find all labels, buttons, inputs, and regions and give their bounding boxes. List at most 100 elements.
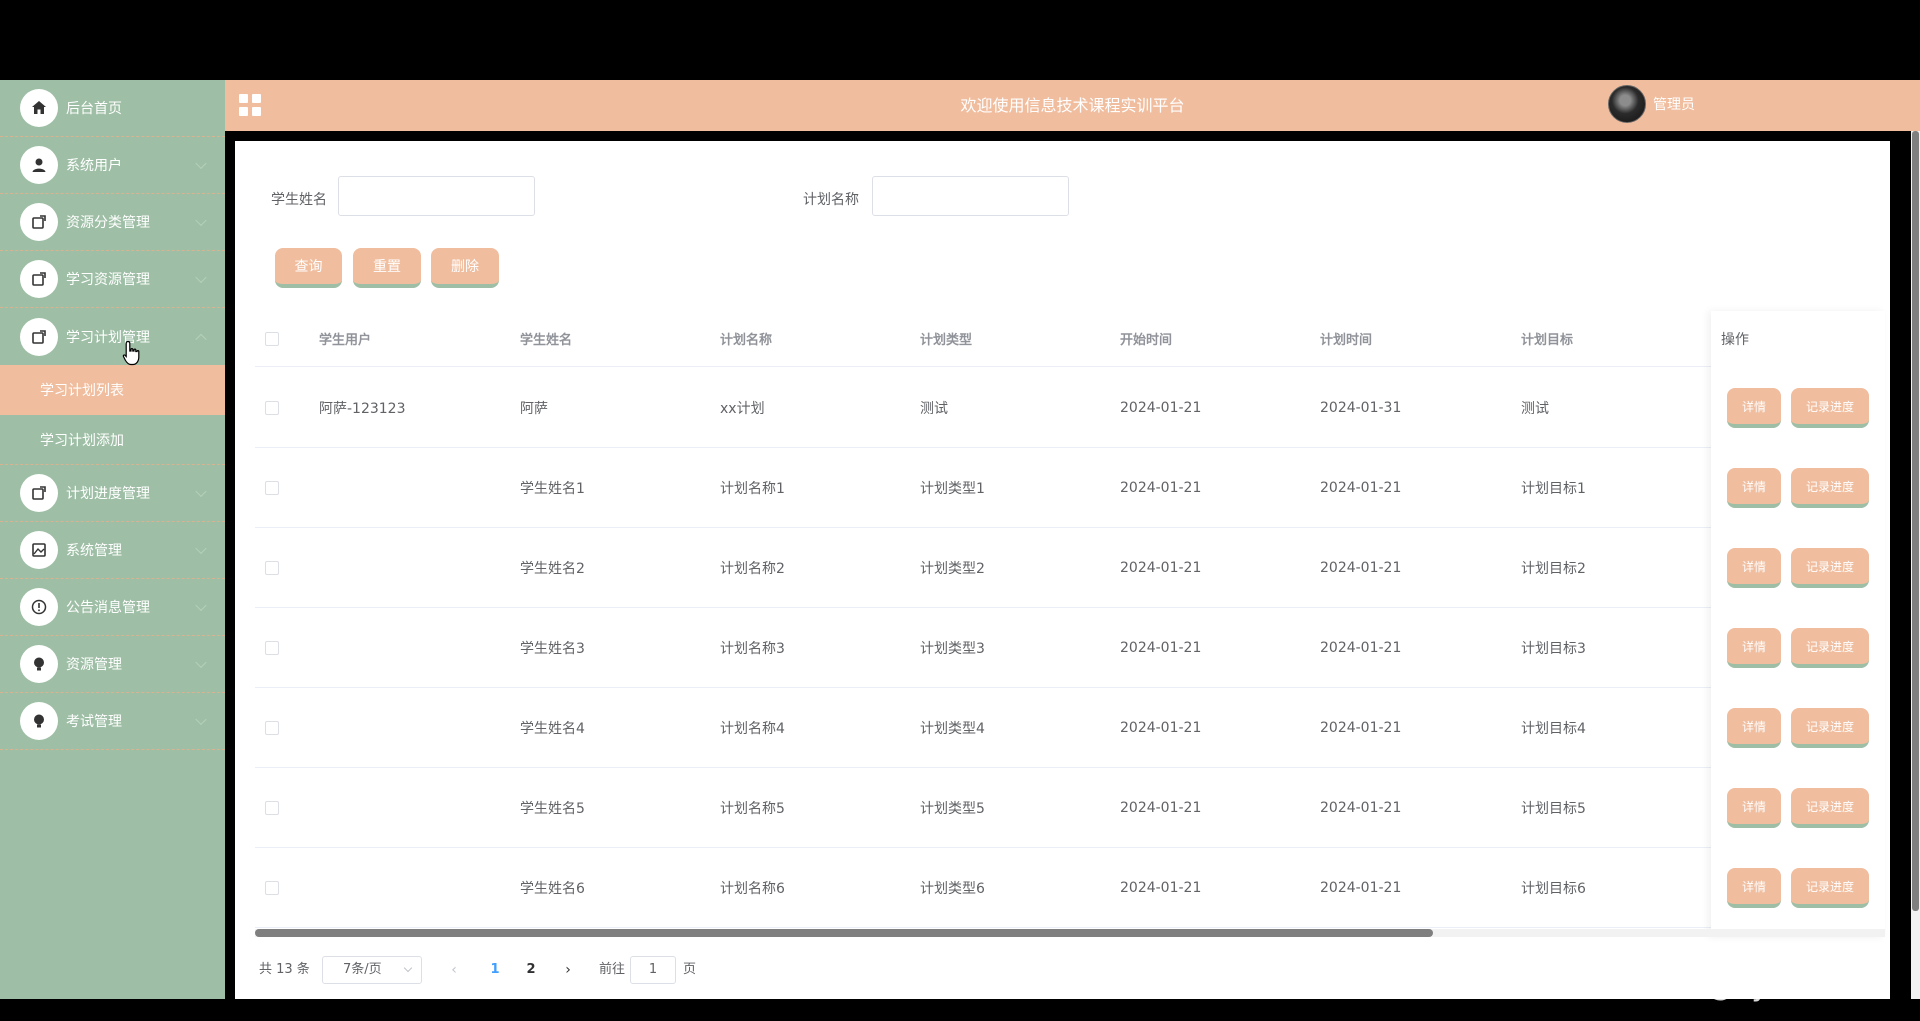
row-checkbox-cell[interactable] (265, 528, 279, 607)
watermark: CSDN @kybs1991 (1610, 968, 1881, 1003)
table-cell: 2024-01-21 (1120, 479, 1202, 496)
table-cell: 计划类型2 (920, 560, 985, 577)
query-button[interactable]: 查询 (275, 248, 342, 288)
sidebar-item-label: 资源分类管理 (66, 215, 150, 231)
record-progress-button[interactable]: 记录进度 (1791, 628, 1869, 668)
select-all-checkbox-cell[interactable] (265, 311, 279, 366)
detail-button[interactable]: 详情 (1727, 388, 1781, 428)
detail-button[interactable]: 详情 (1727, 628, 1781, 668)
table-cell: 学生姓名1 (520, 480, 585, 497)
sidebar-item-exam-management[interactable]: 考试管理 (0, 693, 225, 750)
share-icon (20, 260, 58, 298)
table-cell: 2024-01-21 (1120, 799, 1202, 816)
row-checkbox[interactable] (265, 720, 279, 735)
record-progress-button[interactable]: 记录进度 (1791, 548, 1869, 588)
row-checkbox-cell[interactable] (265, 368, 279, 447)
table-cell: 计划名称3 (720, 640, 785, 657)
table-cell: 2024-01-21 (1120, 559, 1202, 576)
record-progress-button[interactable]: 记录进度 (1791, 788, 1869, 828)
record-progress-button[interactable]: 记录进度 (1791, 468, 1869, 508)
table-row: 学生姓名6 计划名称6 计划类型6 2024-01-21 2024-01-21 计划目标6 (255, 848, 1885, 928)
sidebar-item-system-users[interactable]: 系统用户 (0, 137, 225, 194)
column-header: 计划时间 (1320, 333, 1373, 348)
sidebar-item-label: 公告消息管理 (66, 600, 150, 616)
prev-page-button[interactable]: ‹ (442, 956, 466, 984)
user-name[interactable]: 管理员 (1653, 80, 1695, 131)
share-icon (20, 203, 58, 241)
table-cell: 计划名称5 (720, 800, 785, 817)
table-row: 学生姓名2 计划名称2 计划类型2 2024-01-21 2024-01-21 计划目标2 (255, 528, 1885, 608)
table-cell: 学生姓名4 (520, 720, 585, 737)
page-1-button[interactable]: 1 (481, 956, 509, 984)
row-checkbox-cell[interactable] (265, 848, 279, 927)
row-checkbox-cell[interactable] (265, 688, 279, 767)
page-size-select[interactable]: 7条/页 (322, 956, 422, 984)
chevron-down-icon (195, 656, 207, 669)
sidebar-item-resource-category[interactable]: 资源分类管理 (0, 194, 225, 251)
table-cell: 2024-01-31 (1320, 399, 1402, 416)
record-progress-button[interactable]: 记录进度 (1791, 388, 1869, 428)
plan-name-label: 计划名称 (803, 192, 859, 208)
sidebar-item-plan-progress[interactable]: 计划进度管理 (0, 465, 225, 522)
table-cell: 2024-01-21 (1120, 879, 1202, 896)
sidebar-item-learning-plans[interactable]: 学习计划管理 (0, 308, 225, 365)
table-cell: 计划目标1 (1521, 480, 1586, 497)
reset-button[interactable]: 重置 (353, 248, 421, 288)
row-checkbox[interactable] (265, 560, 279, 575)
sidebar-item-home[interactable]: 后台首页 (0, 80, 225, 137)
vertical-scrollbar-thumb[interactable] (1912, 131, 1919, 911)
record-progress-button[interactable]: 记录进度 (1791, 708, 1869, 748)
goto-page-input[interactable]: 1 (630, 956, 676, 984)
goto-prefix: 前往 (599, 962, 626, 977)
detail-button[interactable]: 详情 (1727, 708, 1781, 748)
row-checkbox[interactable] (265, 640, 279, 655)
table-cell: xx计划 (720, 400, 765, 417)
horizontal-scrollbar-thumb[interactable] (255, 929, 1433, 937)
sidebar-item-label: 学习资源管理 (66, 272, 150, 288)
share-icon (20, 474, 58, 512)
row-checkbox-cell[interactable] (265, 608, 279, 687)
table-cell: 学生姓名5 (520, 800, 585, 817)
sidebar-item-announcements[interactable]: 公告消息管理 (0, 579, 225, 636)
detail-button[interactable]: 详情 (1727, 868, 1781, 908)
detail-button[interactable]: 详情 (1727, 468, 1781, 508)
record-progress-button[interactable]: 记录进度 (1791, 868, 1869, 908)
share-icon (20, 317, 58, 356)
page-size-value: 7条/页 (343, 962, 382, 977)
row-checkbox-cell[interactable] (265, 768, 279, 847)
main-content: 学生姓名 计划名称 查询 重置 删除 学生用户 学生姓名 计划名称 计划类型 开… (235, 141, 1890, 999)
table-cell: 2024-01-21 (1320, 639, 1402, 656)
plan-name-input[interactable] (872, 176, 1069, 216)
row-checkbox[interactable] (265, 400, 279, 415)
chevron-down-icon (195, 599, 207, 612)
table-row: 阿萨-123123 阿萨 xx计划 测试 2024-01-21 2024-01-31 测试 (255, 368, 1885, 448)
delete-button[interactable]: 删除 (431, 248, 499, 288)
table-cell: 计划名称1 (720, 480, 785, 497)
table-cell: 阿萨 (520, 400, 548, 417)
select-all-checkbox[interactable] (265, 331, 279, 346)
sidebar-item-learning-resources[interactable]: 学习资源管理 (0, 251, 225, 308)
row-checkbox[interactable] (265, 880, 279, 895)
sidebar-item-resource-management[interactable]: 资源管理 (0, 636, 225, 693)
sidebar-subitem-plan-list[interactable]: 学习计划列表 (0, 365, 225, 415)
table-cell: 2024-01-21 (1320, 799, 1402, 816)
next-page-button[interactable]: › (556, 956, 580, 984)
sidebar-subitem-plan-add[interactable]: 学习计划添加 (0, 415, 225, 465)
student-name-input[interactable] (338, 176, 535, 216)
info-icon (20, 588, 58, 626)
detail-button[interactable]: 详情 (1727, 548, 1781, 588)
avatar[interactable] (1608, 85, 1646, 123)
page-2-button[interactable]: 2 (517, 956, 545, 984)
row-checkbox[interactable] (265, 480, 279, 495)
chevron-down-icon (195, 713, 207, 726)
user-icon (20, 146, 58, 184)
top-header: 欢迎使用信息技术课程实训平台 管理员 (225, 80, 1920, 131)
table-cell: 测试 (920, 400, 948, 417)
table-cell: 学生姓名3 (520, 640, 585, 657)
chevron-down-icon (195, 157, 207, 170)
row-checkbox[interactable] (265, 800, 279, 815)
table-cell: 计划类型5 (920, 800, 985, 817)
detail-button[interactable]: 详情 (1727, 788, 1781, 828)
sidebar-item-system-management[interactable]: 系统管理 (0, 522, 225, 579)
row-checkbox-cell[interactable] (265, 448, 279, 527)
